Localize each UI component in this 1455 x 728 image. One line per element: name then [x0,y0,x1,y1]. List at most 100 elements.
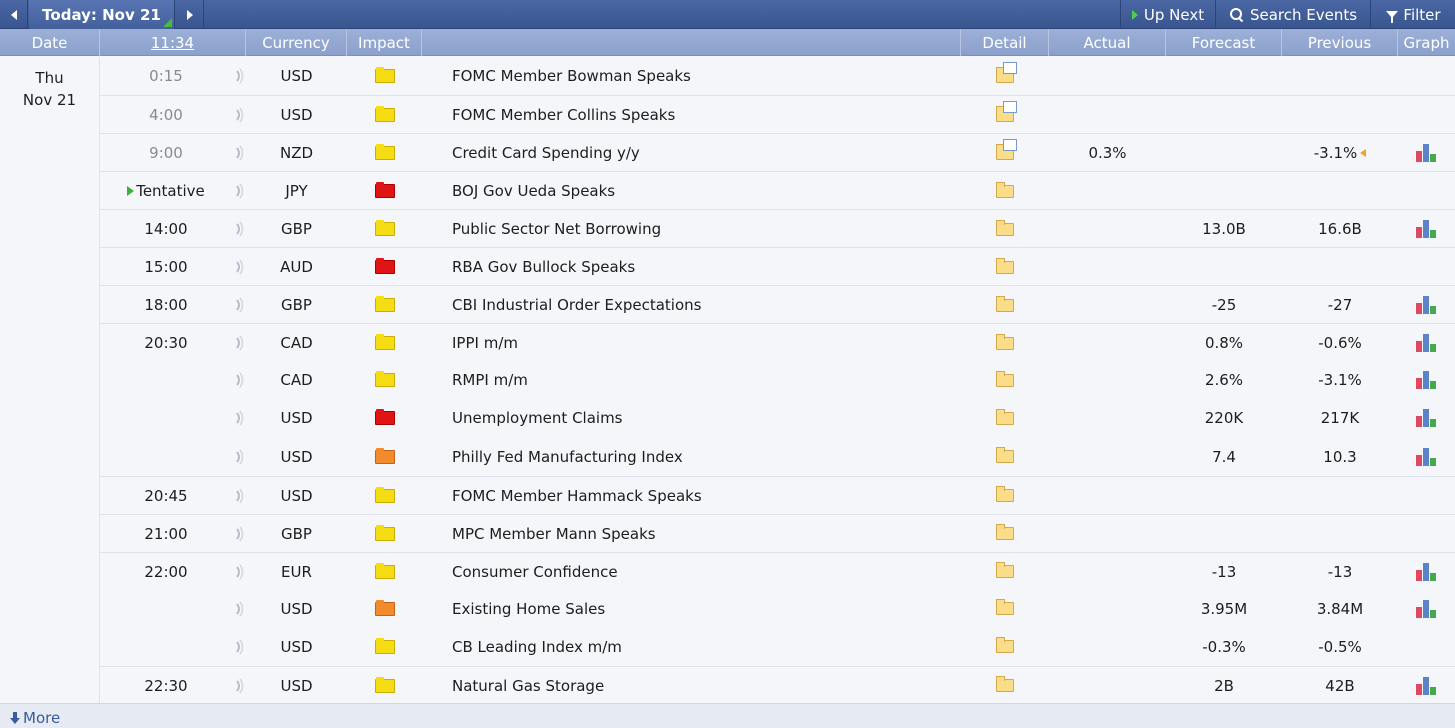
detail-cell[interactable] [961,477,1049,515]
revised-arrow-icon[interactable] [1360,149,1367,158]
bar-red [1415,341,1422,353]
graph-cell [1398,172,1455,210]
currency-cell: NZD [279,144,314,163]
time-cell: 0:15 [100,57,232,95]
detail-cell[interactable] [961,286,1049,324]
detail-cell[interactable] [961,96,1049,134]
bar-chart-icon[interactable] [1415,144,1438,163]
folder-icon[interactable] [996,333,1014,350]
table-row: 18:00 GBP CBI Industrial Order Expectation… [100,285,1455,323]
folder-icon[interactable] [996,219,1014,236]
folder-icon[interactable] [996,486,1014,503]
event-title[interactable]: MPC Member Mann Speaks [452,515,952,553]
detail-cell[interactable] [961,515,1049,553]
detail-open-icon[interactable] [996,138,1017,160]
event-title[interactable]: IPPI m/m [452,324,952,362]
detail-cell[interactable] [961,210,1049,248]
event-title[interactable]: Consumer Confidence [452,553,952,591]
impact-orange-icon [374,447,395,464]
impact-yellow-icon [374,106,395,123]
event-title[interactable]: Unemployment Claims [452,399,952,437]
bar-blue [1422,447,1429,466]
impact-cell [347,361,422,399]
event-title[interactable]: BOJ Gov Ueda Speaks [452,172,952,210]
next-day-button[interactable] [176,0,204,29]
folder-icon[interactable] [996,181,1014,198]
bar-chart-icon[interactable] [1415,220,1438,239]
more-link[interactable]: More [10,709,60,727]
event-title[interactable]: Natural Gas Storage [452,667,952,705]
folder-icon[interactable] [996,676,1014,693]
detail-cell[interactable] [961,324,1049,362]
folder-icon[interactable] [996,295,1014,312]
impact-cell [347,590,422,628]
folder-icon[interactable] [996,637,1014,654]
table-header: Date 11:34 Currency Impact Detail Actual… [0,29,1455,56]
event-title[interactable]: FOMC Member Collins Speaks [452,96,952,134]
folder-icon[interactable] [996,524,1014,541]
folder-icon[interactable] [996,257,1014,274]
time-label: 4:00 [149,106,183,125]
folder-icon[interactable] [996,447,1014,463]
bar-green [1429,609,1436,618]
detail-cell[interactable] [961,361,1049,399]
event-title[interactable]: CBI Industrial Order Expectations [452,286,952,324]
header-detail: Detail [961,29,1049,56]
detail-cell[interactable] [961,590,1049,628]
detail-open-icon[interactable] [996,61,1017,83]
detail-cell[interactable] [961,438,1049,476]
up-next-button[interactable]: Up Next [1120,0,1216,29]
detail-cell[interactable] [961,553,1049,591]
time-cell: 20:45 [100,477,232,515]
document-icon [1003,61,1017,74]
table-row: USD CB Leading Index m/m -0.3% -0.5% [100,628,1455,666]
bar-chart-icon[interactable] [1415,371,1438,390]
actual-cell [1049,438,1166,476]
bar-chart-icon[interactable] [1415,562,1438,581]
detail-open-icon[interactable] [996,100,1017,122]
event-title[interactable]: Credit Card Spending y/y [452,134,952,172]
event-title[interactable]: FOMC Member Hammack Speaks [452,477,952,515]
bar-chart-icon[interactable] [1415,447,1438,466]
actual-cell [1049,667,1166,705]
today-button[interactable]: Today: Nov 21 [29,0,175,29]
event-title[interactable]: RMPI m/m [452,361,952,399]
event-title[interactable]: RBA Gov Bullock Speaks [452,248,952,286]
bar-chart-icon[interactable] [1415,409,1438,428]
bar-chart-icon[interactable] [1415,334,1438,353]
header-previous: Previous [1282,29,1398,56]
event-title[interactable]: Public Sector Net Borrowing [452,210,952,248]
filter-button[interactable]: Filter [1372,0,1455,29]
event-title[interactable]: Philly Fed Manufacturing Index [452,438,952,476]
previous-value: 16.6B [1318,220,1362,239]
bar-chart-icon[interactable] [1415,599,1438,618]
detail-cell[interactable] [961,399,1049,437]
header-time-link[interactable]: 11:34 [100,29,246,56]
event-title[interactable]: CB Leading Index m/m [452,628,952,666]
search-events-button[interactable]: Search Events [1217,0,1371,29]
folder-icon[interactable] [996,408,1014,425]
bar-blue [1422,562,1429,581]
detail-cell[interactable] [961,667,1049,705]
filter-icon [1386,11,1399,23]
bar-chart-icon[interactable] [1415,296,1438,315]
detail-cell[interactable] [961,134,1049,172]
previous-day-button[interactable] [0,0,28,29]
impact-yellow-icon [374,562,395,579]
bar-chart-icon[interactable] [1415,676,1438,695]
previous-value: -0.5% [1318,637,1362,656]
detail-cell[interactable] [961,248,1049,286]
detail-cell[interactable] [961,628,1049,666]
event-title[interactable]: Existing Home Sales [452,590,952,628]
folder-icon[interactable] [996,562,1014,579]
graph-cell [1398,96,1455,134]
detail-cell[interactable] [961,172,1049,210]
folder-icon[interactable] [996,370,1014,387]
folder-icon[interactable] [996,599,1014,616]
detail-cell[interactable] [961,57,1049,95]
event-title[interactable]: FOMC Member Bowman Speaks [452,57,952,95]
time-cell: 18:00 [100,286,232,324]
time-cell: Tentative [100,172,232,210]
table-row: USD Philly Fed Manufacturing Index 7.4 10.3 [100,438,1455,476]
table-row: 22:30 USD Natural Gas Storage 2B 42B [100,665,1455,705]
